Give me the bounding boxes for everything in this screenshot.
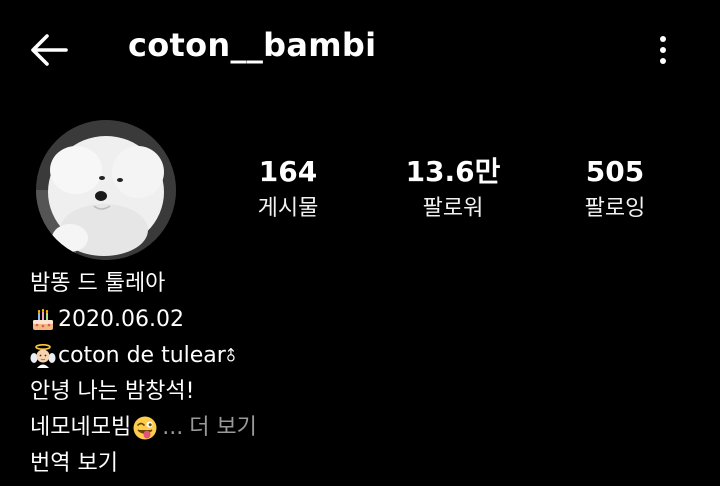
vertical-dots-icon <box>660 36 666 64</box>
following-count-label: 팔로잉 <box>584 196 646 221</box>
birthday-cake-emoji <box>33 308 53 330</box>
profile-avatar[interactable] <box>36 120 176 260</box>
profile-bio: 밤똥 드 툴레아 2020.06.02 coton de tulear 안녕 나… <box>30 266 690 482</box>
see-more-link[interactable]: 더 보기 <box>189 410 257 446</box>
bio-breed-text: coton de tulear <box>58 343 226 368</box>
see-translation-link[interactable]: 번역 보기 <box>30 446 118 482</box>
top-bar: coton__bambi <box>0 0 720 100</box>
back-button[interactable] <box>26 30 72 70</box>
posts-count-label: 게시물 <box>257 196 319 221</box>
dog-avatar-image <box>36 120 176 260</box>
bio-ellipsis: ... <box>162 415 184 440</box>
male-sign-icon <box>227 348 235 362</box>
bio-name: 밤똥 드 툴레아 <box>30 266 690 302</box>
posts-count-value: 164 <box>258 155 318 188</box>
following-count[interactable]: 505 팔로잉 <box>550 152 680 226</box>
following-count-value: 505 <box>585 155 645 188</box>
bio-birthday-line: 2020.06.02 <box>30 302 690 338</box>
baby-angel-emoji <box>30 343 56 368</box>
arrow-left-icon <box>31 34 68 66</box>
more-options-button[interactable] <box>648 30 678 70</box>
bio-nemo-text: 네모네모빔 <box>30 415 132 440</box>
followers-count-value: 13.6만 <box>405 155 501 188</box>
winking-face-tongue-emoji <box>133 416 157 440</box>
bio-birthday-text: 2020.06.02 <box>58 307 184 332</box>
bio-greeting-line: 안녕 나는 밤창석! <box>30 374 690 410</box>
followers-count-label: 팔로워 <box>422 196 484 221</box>
bio-translate-line: 번역 보기 <box>30 446 690 482</box>
bio-greeting-text: 안녕 나는 밤창석! <box>30 379 195 404</box>
bio-nemo-line: 네모네모빔 ... 더 보기 <box>30 410 690 446</box>
posts-count[interactable]: 164 게시물 <box>223 152 353 226</box>
followers-count[interactable]: 13.6만 팔로워 <box>388 152 518 226</box>
bio-breed-line: coton de tulear <box>30 338 690 374</box>
bio-name-text: 밤똥 드 툴레아 <box>30 271 166 296</box>
profile-username: coton__bambi <box>128 26 377 64</box>
